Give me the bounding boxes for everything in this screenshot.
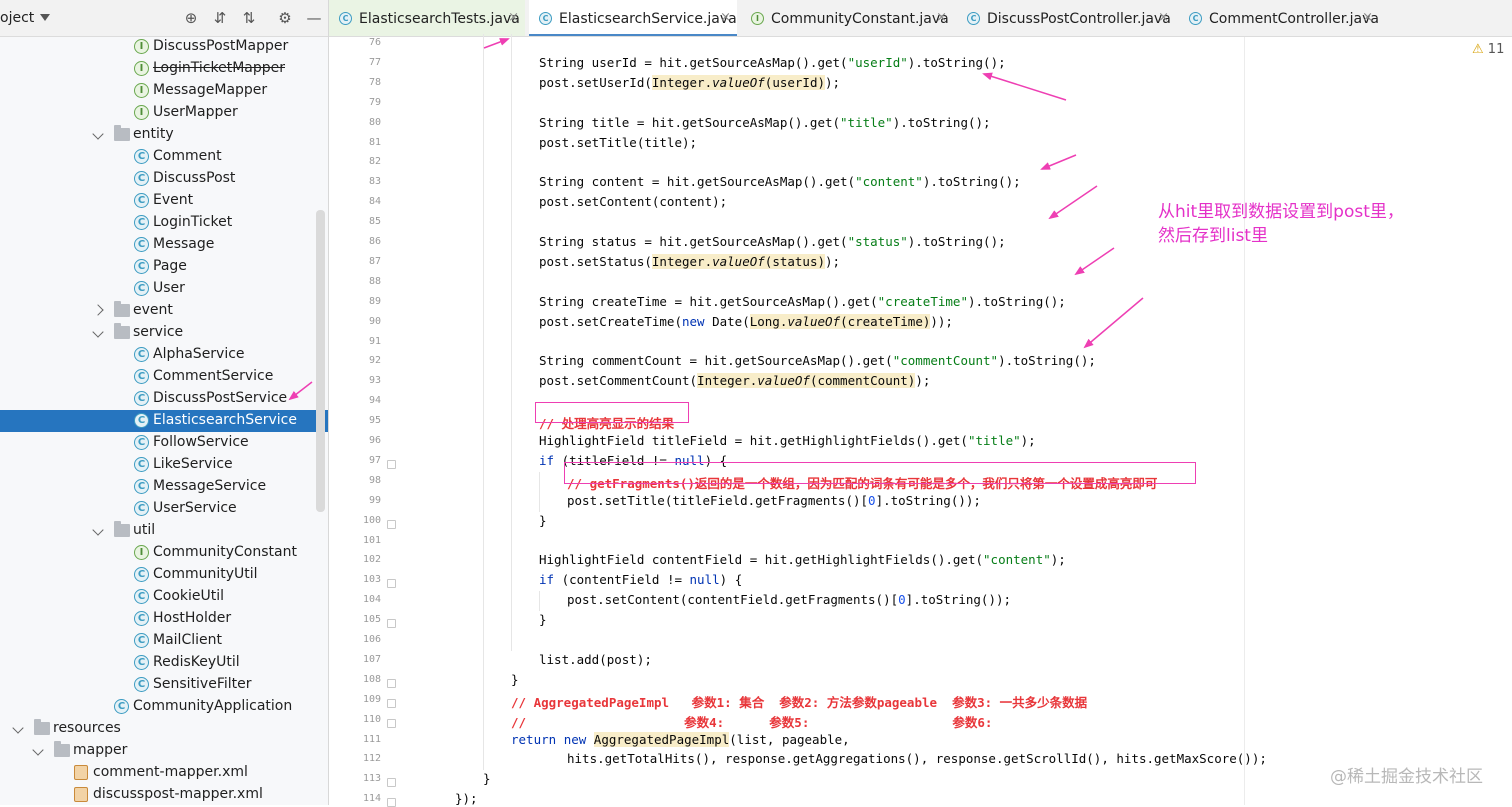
arrow-content bbox=[1040, 154, 1077, 170]
arrow-content2 bbox=[1048, 185, 1098, 220]
arrow-top bbox=[483, 38, 510, 49]
watermark: @稀土掘金技术社区 bbox=[1330, 767, 1483, 787]
arrow-tree bbox=[288, 381, 313, 401]
arrow-commentcount bbox=[1083, 297, 1144, 349]
arrow-status bbox=[1074, 247, 1115, 276]
arrow-userid bbox=[982, 72, 1067, 101]
annotation-arrows bbox=[288, 38, 1144, 401]
